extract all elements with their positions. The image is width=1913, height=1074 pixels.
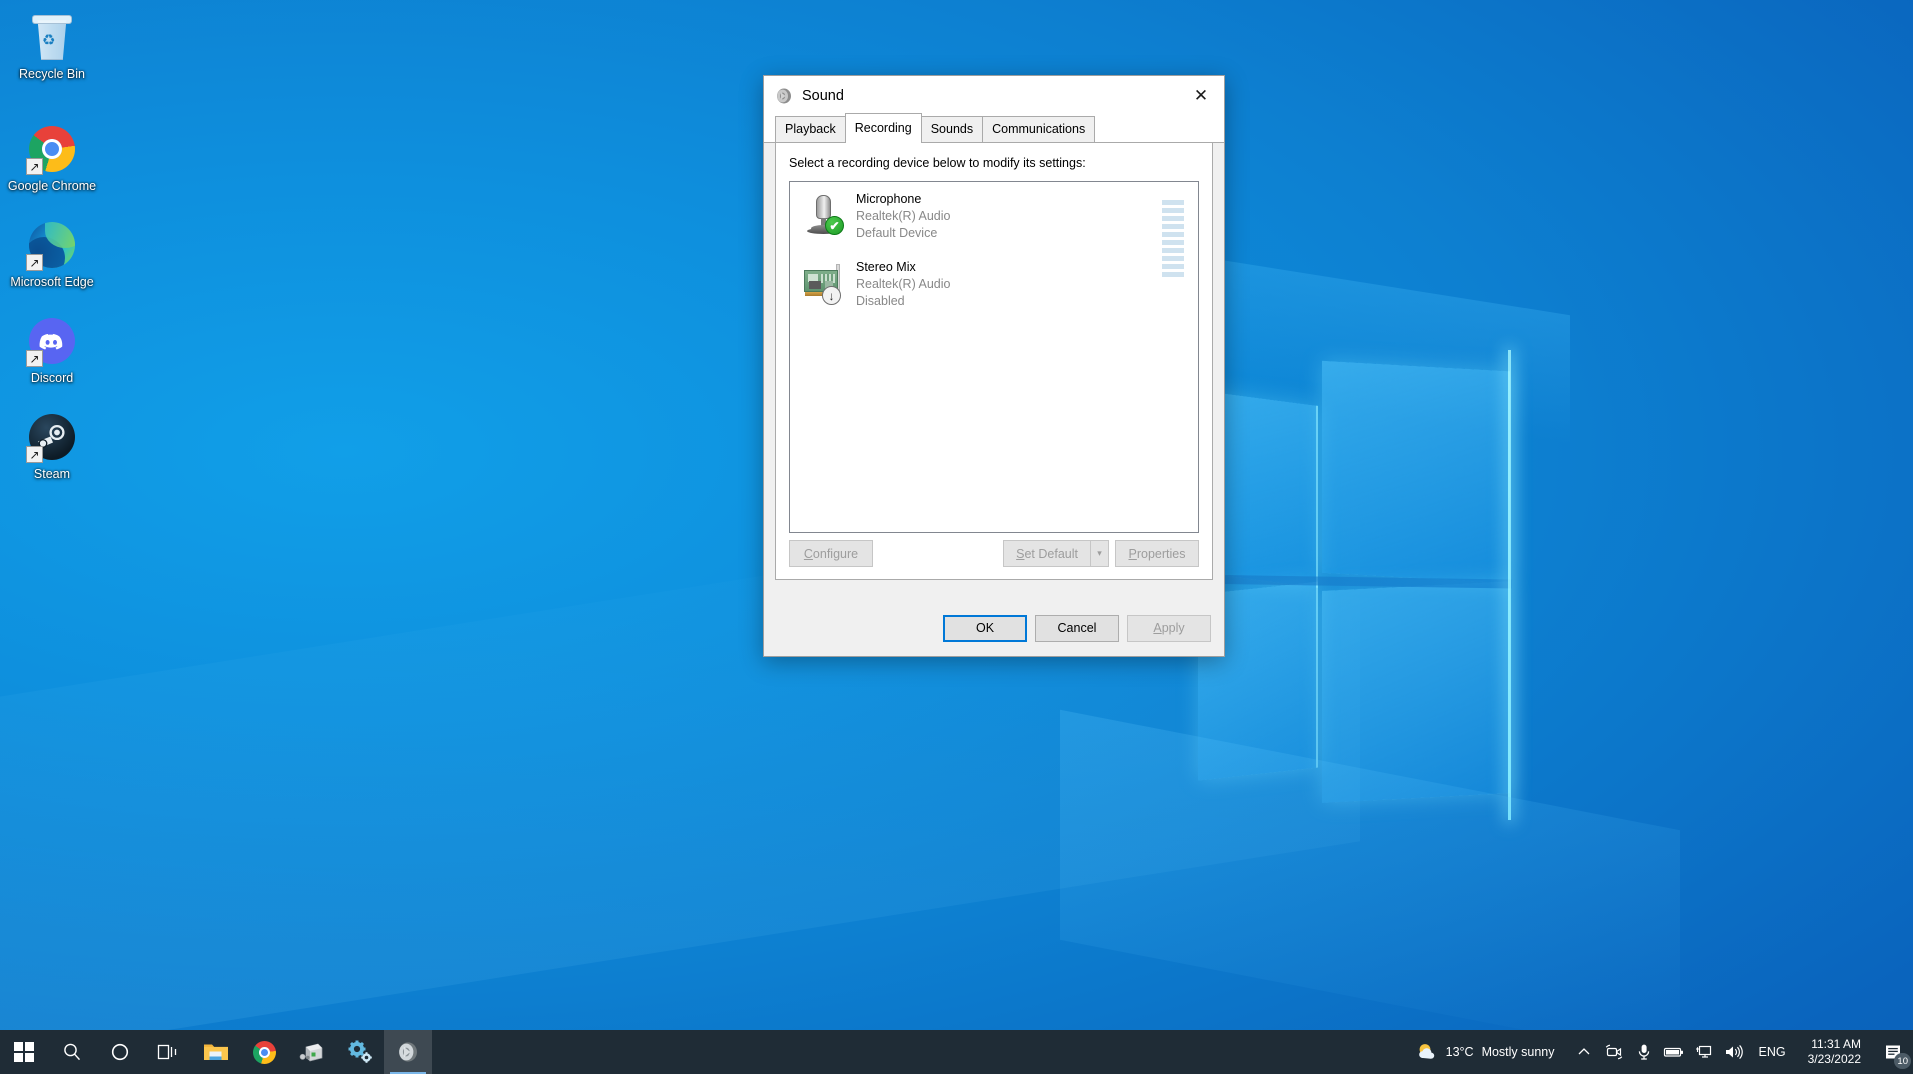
network-icon[interactable] [1689,1030,1719,1074]
set-default-split-button[interactable]: Set Default ▾ [1003,540,1109,567]
chevron-down-icon[interactable]: ▾ [1090,540,1109,567]
clock-time: 11:31 AM [1811,1037,1861,1051]
partly-cloudy-icon [1416,1041,1438,1063]
device-info: Microphone Realtek(R) Audio Default Devi… [856,190,951,242]
speaker-icon [775,87,793,105]
volume-icon[interactable] [1719,1030,1749,1074]
chrome-icon: ↗ [26,124,77,175]
dialog-footer: OK Cancel Apply [764,600,1224,656]
weather-condition: Mostly sunny [1481,1045,1555,1059]
close-icon[interactable]: ✕ [1178,76,1224,116]
desktop-icon-label: Steam [33,467,71,481]
device-name: Microphone [856,192,922,206]
desktop-icon-steam[interactable]: ↗ Steam [0,412,104,482]
apply-button-label-rest: pply [1161,621,1185,635]
sound-dialog[interactable]: Sound ✕ Playback Recording Sounds Commun… [763,75,1225,657]
notification-count-badge: 10 [1894,1053,1911,1069]
recording-device-list[interactable]: ✔ Microphone Realtek(R) Audio Default De… [789,181,1199,533]
cortana-button[interactable] [96,1030,144,1074]
shortcut-arrow-icon: ↗ [26,446,43,463]
chrome-button[interactable] [240,1030,288,1074]
folder-icon [204,1044,228,1060]
task-view-icon [157,1044,177,1060]
camera-icon[interactable] [1599,1030,1629,1074]
desktop-icon-google-chrome[interactable]: ↗ Google Chrome [0,124,104,194]
sound-window-button[interactable] [384,1030,432,1074]
tab-sounds[interactable]: Sounds [920,116,984,142]
settings-button[interactable] [336,1030,384,1074]
task-view-button[interactable] [144,1030,192,1074]
set-default-button-label-rest: et Default [1024,546,1078,561]
desktop-icon-recycle-bin[interactable]: ♻ Recycle Bin [0,12,104,82]
chevron-up-icon[interactable] [1569,1030,1599,1074]
cancel-button[interactable]: Cancel [1035,614,1119,642]
weather-widget[interactable]: 13°C Mostly sunny [1406,1030,1569,1074]
device-list-item-stereo-mix[interactable]: ↓ Stereo Mix Realtek(R) Audio Disabled [790,250,1198,318]
tab-strip[interactable]: Playback Recording Sounds Communications [764,113,1224,143]
search-icon [64,1043,81,1061]
device-info: Stereo Mix Realtek(R) Audio Disabled [856,258,951,310]
recording-tab-panel: Select a recording device below to modif… [775,143,1213,580]
apply-button[interactable]: Apply [1127,614,1211,642]
edge-icon: ↗ [26,220,77,271]
clock[interactable]: 11:31 AM 3/23/2022 [1796,1030,1873,1074]
device-action-buttons: Configure Set Default ▾ Properties [789,540,1199,567]
microphone-icon[interactable] [1629,1030,1659,1074]
notification-center-button[interactable]: 10 [1873,1030,1913,1074]
microphone-icon: ✔ [800,190,846,236]
taskbar[interactable]: 13°C Mostly sunny ENG 11:31 AM 3/23/2022… [0,1030,1913,1074]
desktop-icon-discord[interactable]: ↗ Discord [0,316,104,386]
steam-icon: ↗ [26,412,77,463]
file-explorer-button[interactable] [192,1030,240,1074]
windows-logo-icon [14,1042,34,1062]
shortcut-arrow-icon: ↗ [26,350,43,367]
device-list-item-microphone[interactable]: ✔ Microphone Realtek(R) Audio Default De… [790,182,1198,277]
dialog-title: Sound [802,88,844,104]
properties-button-label-rest: roperties [1136,546,1186,561]
device-manager-button[interactable] [288,1030,336,1074]
shortcut-arrow-icon: ↗ [26,158,43,175]
desktop-icon-label: Recycle Bin [19,67,85,81]
configure-button-label-rest: onfigure [812,546,859,561]
search-button[interactable] [48,1030,96,1074]
cortana-circle-icon [111,1043,129,1061]
battery-icon[interactable] [1659,1030,1689,1074]
desktop-icon-label: Discord [30,371,74,385]
tab-recording[interactable]: Recording [844,113,922,143]
sound-card-icon: ↓ [800,258,846,305]
discord-icon: ↗ [26,316,77,367]
chrome-icon [252,1040,276,1064]
disabled-arrow-badge: ↓ [822,286,841,305]
device-status: Default Device [856,226,938,240]
desktop[interactable]: ♻ Recycle Bin ↗ Google Chrome ↗ Microsof… [0,0,1913,1074]
recycle-bin-icon: ♻ [27,12,77,62]
device-icon [299,1043,323,1062]
tab-playback[interactable]: Playback [775,116,846,142]
desktop-icon-label: Microsoft Edge [10,275,94,289]
tab-communications[interactable]: Communications [982,116,1096,142]
configure-button[interactable]: Configure [789,540,873,567]
start-button[interactable] [0,1030,48,1074]
system-tray[interactable] [1569,1030,1749,1074]
language-indicator[interactable]: ENG [1749,1045,1796,1059]
desktop-icon-label: Google Chrome [7,179,97,193]
set-default-button[interactable]: Set Default [1003,540,1090,567]
properties-button[interactable]: Properties [1115,540,1199,567]
clock-date: 3/23/2022 [1807,1052,1861,1066]
speaker-icon [399,1042,417,1062]
ok-button[interactable]: OK [943,614,1027,642]
gears-icon [348,1040,372,1063]
weather-temperature: 13°C [1445,1045,1474,1059]
shortcut-arrow-icon: ↗ [26,254,43,271]
device-name: Stereo Mix [856,260,916,274]
desktop-icon-list: ♻ Recycle Bin ↗ Google Chrome ↗ Microsof… [0,8,104,498]
desktop-icon-microsoft-edge[interactable]: ↗ Microsoft Edge [0,220,104,290]
device-driver: Realtek(R) Audio [856,209,951,223]
device-status: Disabled [856,294,905,308]
device-driver: Realtek(R) Audio [856,277,951,291]
default-check-badge: ✔ [825,216,844,235]
instruction-text: Select a recording device below to modif… [789,156,1086,170]
dialog-title-bar[interactable]: Sound ✕ [764,76,1224,116]
